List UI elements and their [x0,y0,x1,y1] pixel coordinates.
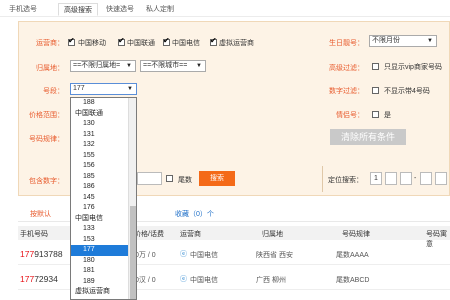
check-icon: ✔ [118,36,125,45]
carrier-label: 运营商： [36,40,64,47]
dropdown-option[interactable]: 176 [71,203,136,214]
rule-label: 号码规律： [29,136,64,143]
tab-advanced-search[interactable]: 高级搜索 [58,3,98,16]
carrier-cell: 中国电信 [190,252,218,259]
price-label: 价格范围： [29,112,64,119]
birthday-select-value: 不限月份 [372,37,400,44]
rule-cell: 尾数AAAA [336,252,369,259]
dropdown-option[interactable]: 145 [71,193,136,204]
dropdown-option[interactable]: 188 [71,98,136,109]
check-icon: ✔ [210,36,217,45]
birthday-select[interactable]: 不限月份 ▼ [369,35,437,47]
dropdown-items: 188 中国联通 130 131 132 155 156 185 186 145 176 中国电信 13… [71,98,136,299]
chevron-down-icon: ▼ [196,63,202,69]
phone-number[interactable]: 17772934 [20,274,58,284]
dropdown-group-label: 中国电信 [75,214,103,222]
vip-checkbox[interactable] [372,63,379,70]
search-button[interactable]: 搜索 [199,171,235,186]
number-rest: 72934 [34,274,58,284]
price-cell: 0万 / 0 [135,252,156,259]
dropdown-option[interactable]: 131 [71,130,136,141]
top-tab-bar: 手机选号 高级搜索 快速选号 私人定制 [0,0,450,17]
advanced-label: 高级过滤： [329,65,364,72]
dropdown-group-label: 中国联通 [75,109,103,117]
dropdown-option[interactable]: 189 [71,277,136,288]
position-dash: - [414,175,417,182]
city-select[interactable]: ==不限城市== ▼ [140,60,206,72]
segment-select[interactable]: 177 ▼ [70,83,137,95]
province-select-value: ==不限归属地= [73,62,121,69]
region-cell: 陕西省 西安 [256,252,293,259]
segment-dropdown-list[interactable]: 188 中国联通 130 131 132 155 156 185 186 145 176 中国电信 13… [70,97,137,300]
position-digit-2[interactable] [385,172,397,185]
dropdown-option[interactable]: 181 [71,266,136,277]
digit-label: 数字过滤： [329,88,364,95]
carrier-option-unicom: 中国联通 [127,40,155,47]
number-rest: 913788 [34,249,63,259]
lover-checkbox[interactable] [372,111,379,118]
col-carrier: 运营商 [180,231,201,238]
number-prefix: 177 [20,274,35,284]
scrollbar-thumb[interactable] [130,206,136,299]
position-digit-5[interactable] [435,172,447,185]
phone-number[interactable]: 177913788 [20,249,63,259]
vip-option: 只显示vip商家号码 [384,64,442,71]
clear-all-button[interactable]: 清除所有条件 [330,129,406,145]
lover-label: 情侣号： [336,112,364,119]
dropdown-option[interactable]: 133 [71,224,136,235]
col-number: 手机号码 [20,231,48,238]
check-icon: ✔ [68,36,75,45]
favorites-link[interactable]: 收藏（0）个 [175,209,214,219]
dropdown-group-label: 虚拟运营商 [75,288,110,295]
check-icon: ✔ [163,36,170,45]
tail-label: 尾数 [178,177,192,184]
tab-quick-select[interactable]: 快速选号 [102,3,138,16]
region-cell: 广西 柳州 [256,277,286,284]
contains-input[interactable] [137,172,162,185]
birthday-label: 生日靓号： [329,40,364,47]
dropdown-option[interactable]: 180 [71,256,136,267]
position-label: 定位搜索： [328,177,363,184]
number-prefix: 177 [20,249,35,259]
chevron-down-icon: ▼ [127,86,133,92]
rule-cell: 尾数ABCD [336,277,370,284]
telecom-icon: ⓔ [180,276,187,283]
dropdown-option[interactable]: 185 [71,172,136,183]
lover-option: 是 [384,112,391,119]
region-label: 归属地： [36,65,64,72]
dropdown-option[interactable]: 153 [71,235,136,246]
no4-option: 不显示带4号码 [384,88,430,95]
tab-custom[interactable]: 私人定制 [142,3,178,16]
carrier-cell: 中国电信 [190,277,218,284]
dropdown-scrollbar[interactable] [128,98,136,299]
dropdown-option[interactable]: 156 [71,161,136,172]
province-select[interactable]: ==不限归属地= ▼ [70,60,136,72]
dropdown-option[interactable]: 132 [71,140,136,151]
dropdown-option[interactable]: 186 [71,182,136,193]
telecom-icon: ⓔ [180,251,187,258]
segment-label: 号段： [43,88,64,95]
sort-default-tab[interactable]: 按默认 [30,209,51,219]
dropdown-option[interactable]: 130 [71,119,136,130]
tail-checkbox[interactable] [166,175,173,182]
position-digit-4[interactable] [420,172,432,185]
position-digit-1[interactable]: 1 [370,172,382,185]
no4-checkbox[interactable] [372,87,379,94]
chevron-down-icon: ▼ [126,63,132,69]
carrier-option-virtual: 虚拟运营商 [219,40,254,47]
dropdown-option[interactable]: 155 [71,151,136,162]
col-rule: 号码规律 [342,231,370,238]
position-digit-3[interactable] [400,172,412,185]
dropdown-option[interactable]: 177 [71,245,136,256]
price-cell: 0汉 / 0 [135,277,156,284]
chevron-down-icon: ▼ [427,38,433,44]
col-price: 价格/话费 [134,231,164,238]
segment-select-value: 177 [73,85,85,92]
carrier-option-telecom: 中国电信 [172,40,200,47]
contains-label: 包含数字： [29,178,64,185]
carrier-option-mobile: 中国移动 [78,40,106,47]
tab-phone-select[interactable]: 手机选号 [5,3,41,16]
col-region: 归属地 [262,231,283,238]
city-select-value: ==不限城市== [143,62,188,69]
